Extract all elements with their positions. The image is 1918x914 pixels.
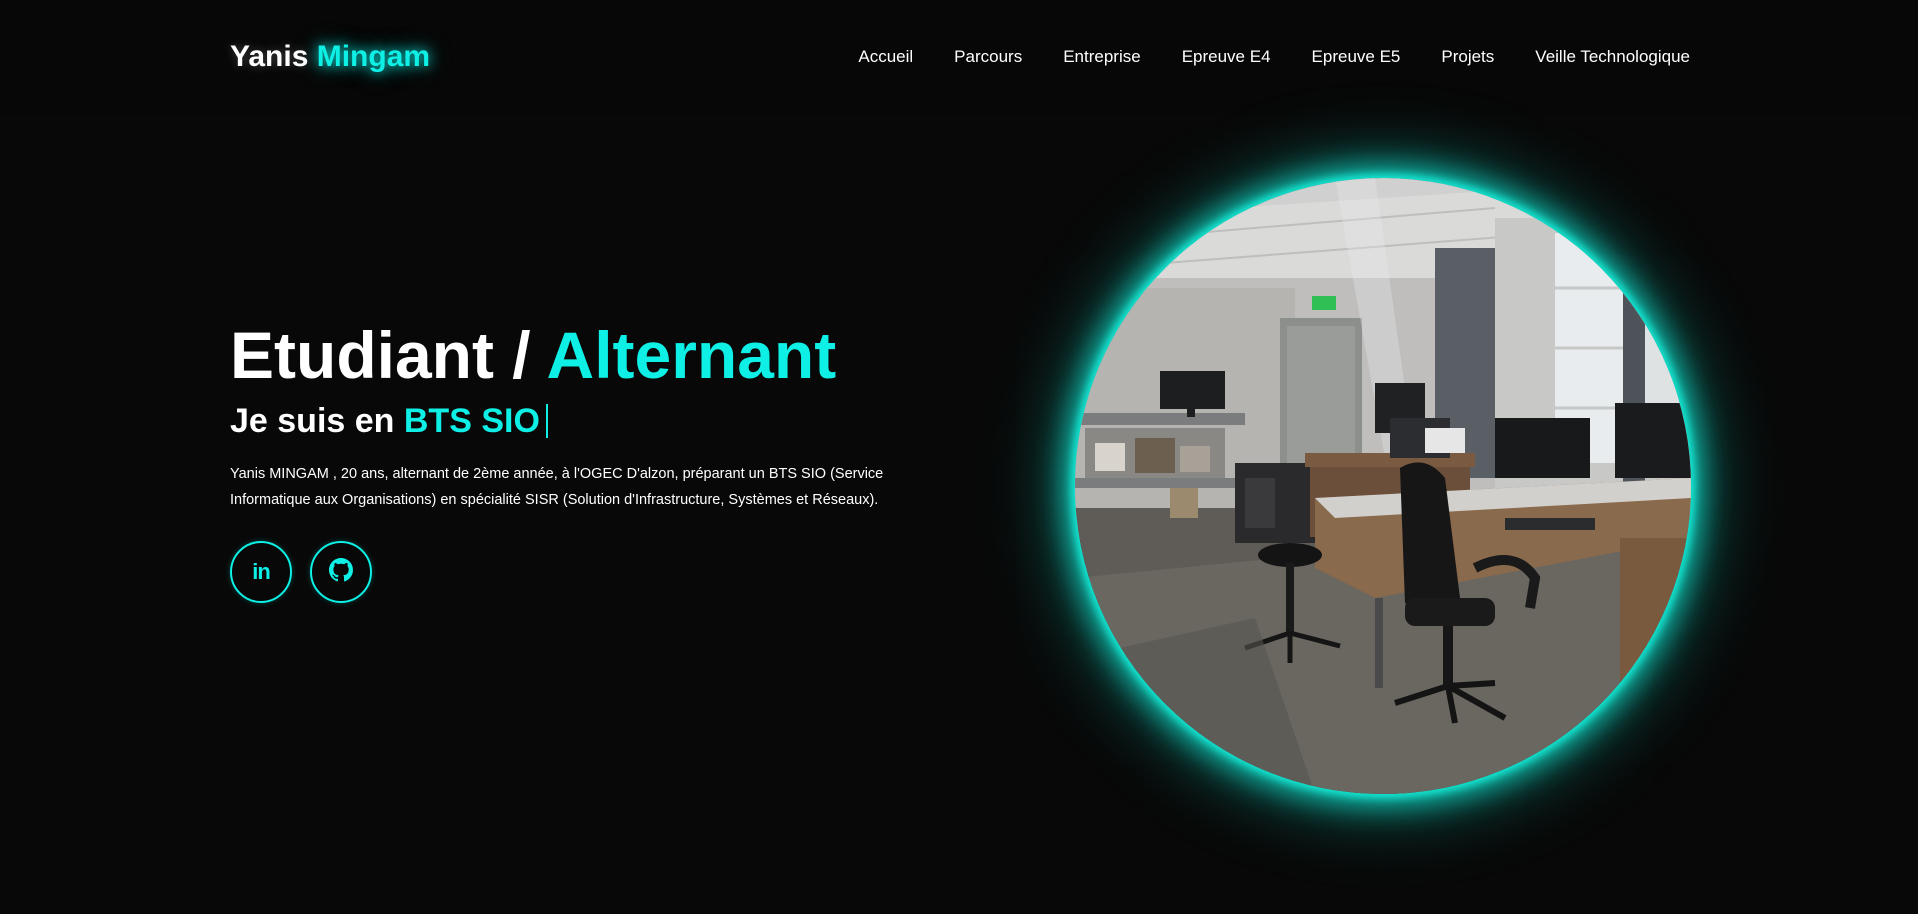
- site-logo[interactable]: Yanis Mingam: [230, 40, 430, 74]
- nav-item-parcours[interactable]: Parcours: [954, 47, 1022, 67]
- hero-subtitle-plain: Je suis en: [230, 402, 404, 440]
- github-icon: [329, 557, 353, 587]
- nav-item-accueil[interactable]: Accueil: [858, 47, 913, 67]
- nav-item-epreuve-e4[interactable]: Epreuve E4: [1182, 47, 1271, 67]
- logo-first-name: Yanis: [230, 40, 309, 73]
- logo-last-name: Mingam: [316, 40, 431, 73]
- main-nav: Accueil Parcours Entreprise Epreuve E4 E…: [858, 47, 1690, 67]
- nav-item-entreprise[interactable]: Entreprise: [1063, 47, 1140, 67]
- nav-item-epreuve-e5[interactable]: Epreuve E5: [1312, 47, 1401, 67]
- profile-office-photo: [1075, 178, 1691, 794]
- social-links: in: [230, 541, 372, 603]
- github-button[interactable]: [310, 541, 372, 603]
- nav-item-projets[interactable]: Projets: [1441, 47, 1494, 67]
- site-header: Yanis Mingam Accueil Parcours Entreprise…: [0, 0, 1918, 115]
- hero-title-accent: Alternant: [546, 318, 837, 392]
- linkedin-icon: in: [252, 559, 271, 584]
- hero-description: Yanis MINGAM , 20 ans, alternant de 2ème…: [230, 466, 884, 508]
- nav-item-veille[interactable]: Veille Technologique: [1535, 47, 1690, 67]
- hero-subtitle: Je suis en BTS SIO: [230, 402, 548, 441]
- typing-cursor: [545, 404, 548, 438]
- hero-subtitle-accent: BTS SIO: [403, 402, 540, 440]
- hero-title: Etudiant / Alternant: [230, 322, 836, 388]
- linkedin-button[interactable]: in: [230, 541, 292, 603]
- hero-title-plain: Etudiant /: [230, 318, 547, 392]
